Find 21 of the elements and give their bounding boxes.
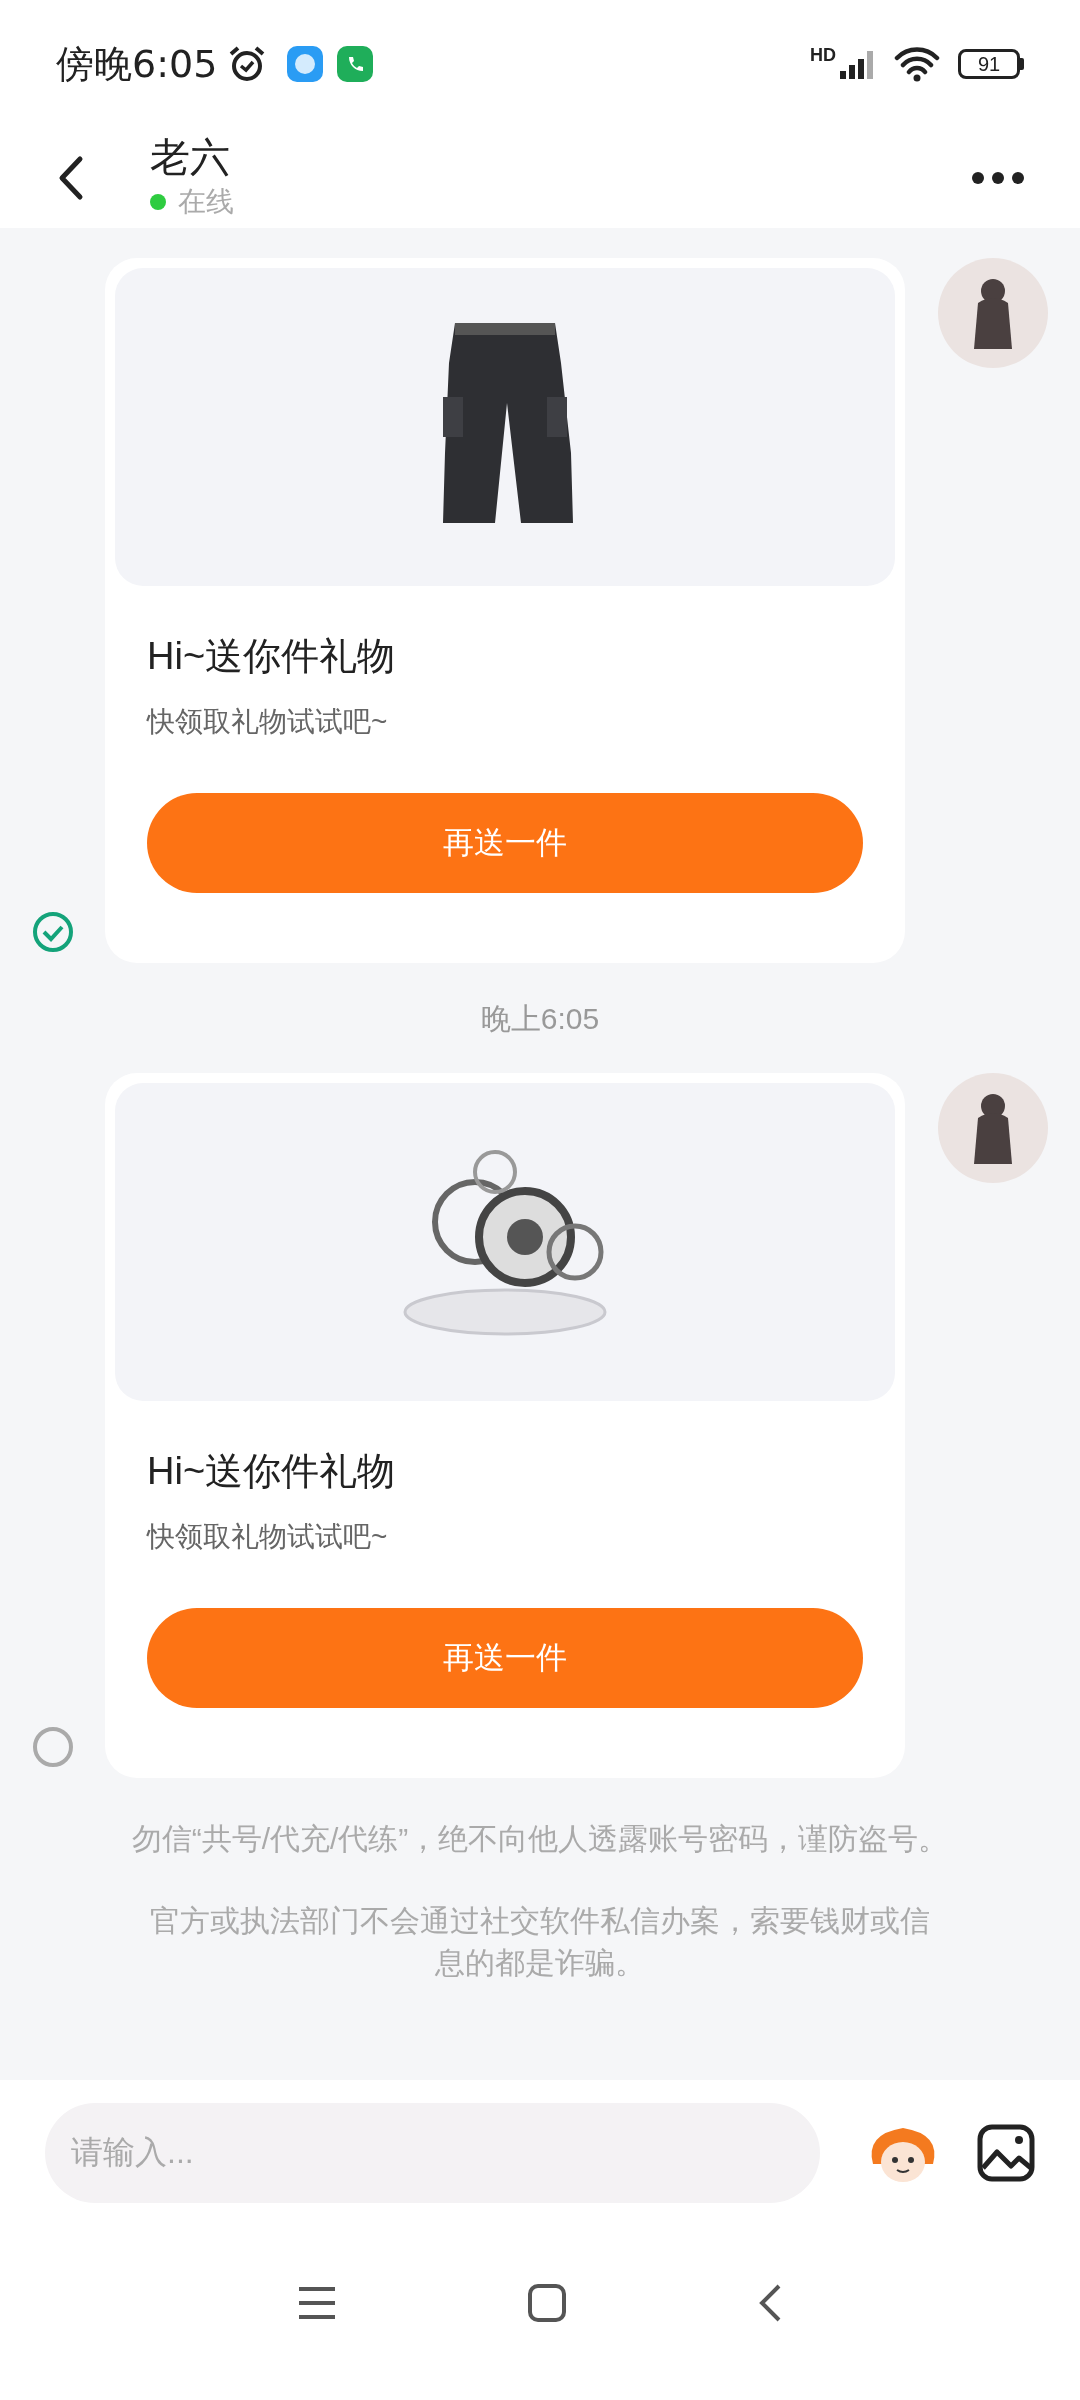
wifi-icon bbox=[894, 46, 940, 82]
gift-subtitle: 快领取礼物试试吧~ bbox=[147, 1520, 389, 1554]
contact-name: 老六 bbox=[150, 134, 231, 181]
network-type: HD bbox=[810, 44, 836, 67]
send-another-button[interactable]: 再送一件 bbox=[147, 793, 863, 893]
status-time: 傍晚6:05 bbox=[56, 40, 218, 88]
presence-status: 在线 bbox=[178, 185, 234, 219]
message-input[interactable]: 请输入... bbox=[45, 2102, 820, 2203]
message-timestamp: 晚上6:05 bbox=[480, 1000, 600, 1037]
phone-icon bbox=[337, 46, 374, 82]
send-another-button[interactable]: 再送一件 bbox=[147, 1608, 863, 1708]
gift-title: Hi~送你件礼物 bbox=[147, 1449, 397, 1494]
app-notification-icon bbox=[287, 46, 324, 82]
menu-button[interactable] bbox=[297, 2284, 337, 2321]
image-icon[interactable] bbox=[977, 2123, 1035, 2182]
gift-title: Hi~送你件礼物 bbox=[147, 634, 397, 679]
gift-subtitle: 快领取礼物试试吧~ bbox=[147, 705, 389, 739]
home-button[interactable] bbox=[527, 2282, 567, 2323]
safety-notice: 勿信“共号/代充/代练”，绝不向他人透露账号密码，谨防盗号。 bbox=[131, 1821, 949, 1857]
back-nav-button[interactable] bbox=[757, 2282, 783, 2323]
safety-notice: 官方或执法部门不会通过社交软件私信办案，索要钱财或信息的都是诈骗。 bbox=[149, 1903, 931, 1981]
